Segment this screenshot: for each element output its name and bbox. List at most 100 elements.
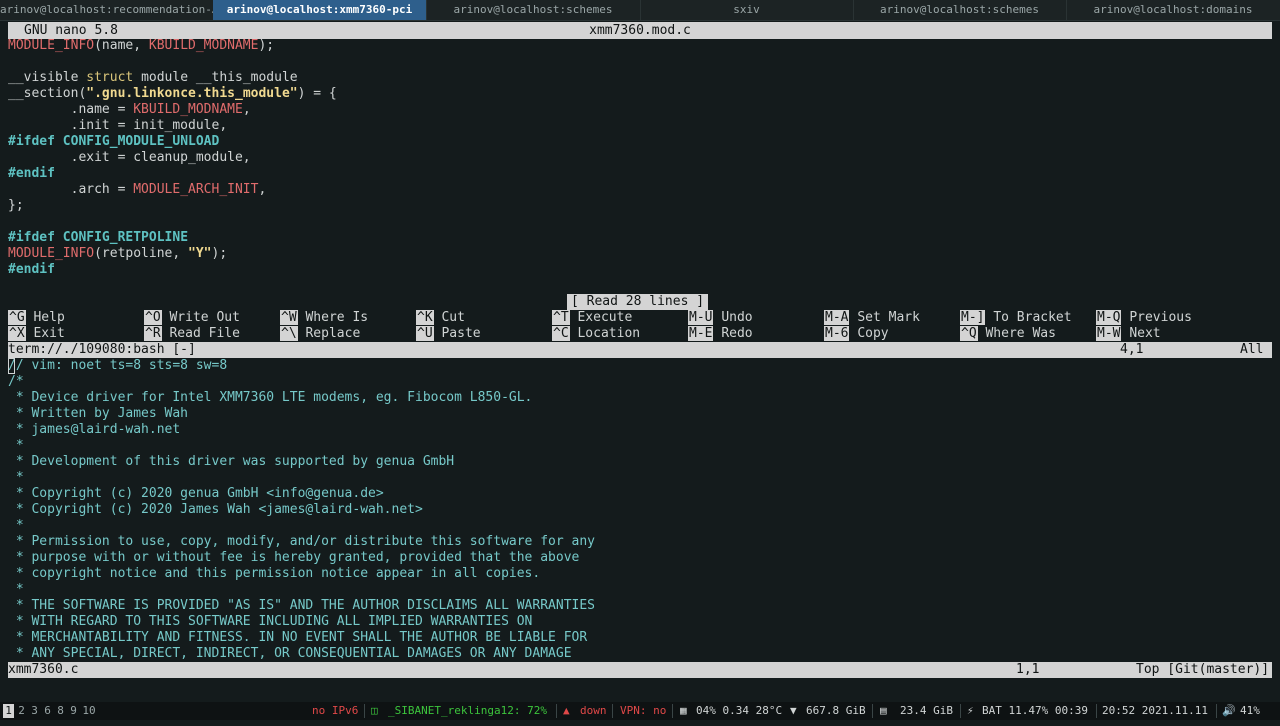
text-cursor [8, 358, 15, 374]
source-line: * [8, 518, 24, 533]
shortcut-where-was[interactable]: ^Q Where Was [960, 326, 1056, 342]
workspace-3[interactable]: 3 [29, 704, 40, 718]
code-line: #ifdef CONFIG_RETPOLINE [8, 230, 189, 245]
workspace-1[interactable]: 1 [3, 704, 14, 718]
status-separator [364, 704, 365, 718]
code-line: __section(".gnu.linkonce.this_module") =… [8, 86, 337, 101]
source-editor[interactable]: // vim: noet ts=8 sts=8 sw=8 /* * Device… [8, 358, 1272, 662]
disk-status: 667.8 GiB [806, 704, 866, 717]
source-line: * Device driver for Intel XMM7360 LTE mo… [8, 390, 533, 405]
shortcut-cut[interactable]: ^K Cut [416, 310, 465, 326]
workspace-9[interactable]: 9 [68, 704, 79, 718]
battery-icon: ⚡ [967, 704, 974, 717]
shortcut-read-file[interactable]: ^R Read File [144, 326, 240, 342]
terminal-status-bar: term://./109080:bash [-] 4,1 All [8, 342, 1272, 358]
workspace-6[interactable]: 6 [42, 704, 53, 718]
source-line: * Written by James Wah [8, 406, 189, 421]
code-line: }; [8, 198, 24, 213]
wifi-status: _SIBANET_reklinga12: 72% [388, 704, 547, 717]
vpn-status: VPN: no [620, 704, 667, 717]
workspace-8[interactable]: 8 [55, 704, 66, 718]
shortcut-to-bracket[interactable]: M-] To Bracket [960, 310, 1072, 326]
code-line: __visible struct module __this_module [8, 70, 298, 85]
source-line: * THE SOFTWARE IS PROVIDED "AS IS" AND T… [8, 598, 595, 613]
status-separator [960, 704, 961, 718]
source-line: * Copyright (c) 2020 James Wah <james@la… [8, 502, 423, 517]
datetime: 20:52 2021.11.11 [1102, 704, 1208, 717]
nano-shortcut-list: ^G Help ^O Write Out ^W Where Is ^K Cut … [8, 310, 1272, 342]
code-line: #endif [8, 166, 55, 181]
disk-icon: ▼ [790, 704, 797, 717]
memory-status: 23.4 GiB [900, 704, 953, 717]
nano-status-message: [ Read 28 lines ] [567, 294, 709, 310]
shortcut-redo[interactable]: M-E Redo [688, 326, 753, 342]
volume-icon: 🔊 [1222, 704, 1236, 717]
shortcut-undo[interactable]: M-U Undo [688, 310, 753, 326]
shortcut-replace[interactable]: ^\ Replace [280, 326, 360, 342]
file-cursor-position: 1,1 [1016, 662, 1040, 677]
workspace-2[interactable]: 2 [16, 704, 27, 718]
nano-filename: xmm7360.mod.c [589, 23, 691, 38]
shortcut-exit[interactable]: ^X Exit [8, 326, 65, 342]
shortcut-copy[interactable]: M-6 Copy [824, 326, 889, 342]
file-name: xmm7360.c [8, 662, 79, 677]
source-line: * MERCHANTABILITY AND FITNESS. IN NO EVE… [8, 630, 588, 645]
status-separator [556, 704, 557, 718]
shortcut-paste[interactable]: ^U Paste [416, 326, 481, 342]
source-line: * purpose with or without fee is hereby … [8, 550, 580, 565]
tab-recommendation[interactable]: arinov@localhost:recommendation-… [0, 0, 214, 20]
shortcut-write-out[interactable]: ^O Write Out [144, 310, 240, 326]
source-line: * [8, 582, 24, 597]
workspace-10[interactable]: 10 [81, 704, 97, 718]
code-line: .init = init_module, [8, 118, 228, 133]
source-line: /* [8, 374, 24, 389]
ethernet-status: down [580, 704, 607, 717]
code-line: .arch = MODULE_ARCH_INIT, [8, 182, 267, 197]
tab-domains[interactable]: arinov@localhost:domains [1066, 0, 1280, 20]
source-line: * james@laird-wah.net [8, 422, 181, 437]
status-separator [1216, 704, 1217, 718]
source-line: * Copyright (c) 2020 genua GmbH <info@ge… [8, 486, 384, 501]
ethernet-icon: ▲ [563, 704, 570, 717]
source-line: * Permission to use, copy, modify, and/o… [8, 534, 595, 549]
source-line: * ANY SPECIAL, DIRECT, INDIRECT, OR CONS… [8, 646, 572, 661]
nano-editor[interactable]: MODULE_INFO(name, KBUILD_MODNAME); __vis… [8, 38, 1272, 288]
nano-title-bar: xmm7360.mod.c GNU nano 5.8 [8, 22, 1272, 39]
code-line: .exit = cleanup_module, [8, 150, 251, 165]
shortcut-where-is[interactable]: ^W Where Is [280, 310, 368, 326]
file-status-bar: xmm7360.c 1,1 Top [Git(master)] [8, 662, 1272, 678]
source-line: * WITH REGARD TO THIS SOFTWARE INCLUDING… [8, 614, 533, 629]
terminal-cursor-position: 4,1 [1120, 342, 1144, 357]
nano-version: GNU nano 5.8 [24, 23, 118, 38]
source-line: * [8, 438, 24, 453]
code-line: #endif [8, 262, 55, 277]
code-line: #ifdef CONFIG_MODULE_UNLOAD [8, 134, 220, 149]
tab-sxiv[interactable]: sxiv [640, 0, 854, 20]
terminal-buffer-name: term://./109080:bash [-] [8, 342, 196, 357]
status-separator [872, 704, 873, 718]
source-line: * Development of this driver was support… [8, 454, 455, 469]
wifi-icon: ◫ [371, 704, 378, 717]
terminal-tab-bar: arinov@localhost:recommendation-… arinov… [0, 0, 1280, 21]
shortcut-help[interactable]: ^G Help [8, 310, 65, 326]
battery-status: BAT 11.47% 00:39 [982, 704, 1088, 717]
source-line: * copyright notice and this permission n… [8, 566, 541, 581]
code-line: MODULE_INFO(retpoline, "Y"); [8, 246, 228, 261]
shortcut-location[interactable]: ^C Location [552, 326, 640, 342]
shortcut-next[interactable]: M-W Next [1096, 326, 1161, 342]
cpu-status: 04% 0.34 28°C [696, 704, 783, 717]
shortcut-execute[interactable]: ^T Execute [552, 310, 632, 326]
volume-status: 41% [1240, 704, 1260, 717]
status-separator [672, 704, 673, 718]
status-separator [1096, 704, 1097, 718]
status-separator [612, 704, 613, 718]
tab-xmm7360-pci[interactable]: arinov@localhost:xmm7360-pci [213, 0, 427, 20]
file-scroll-indicator: Top [Git(master)] [1136, 662, 1270, 677]
terminal-scroll-indicator: All [1240, 342, 1264, 357]
shortcut-set-mark[interactable]: M-A Set Mark [824, 310, 920, 326]
code-line: .name = KBUILD_MODNAME, [8, 102, 251, 117]
source-line: * [8, 470, 24, 485]
tab-schemes[interactable]: arinov@localhost:schemes [426, 0, 641, 20]
shortcut-previous[interactable]: M-Q Previous [1096, 310, 1192, 326]
tab-schemes-2[interactable]: arinov@localhost:schemes [853, 0, 1067, 20]
